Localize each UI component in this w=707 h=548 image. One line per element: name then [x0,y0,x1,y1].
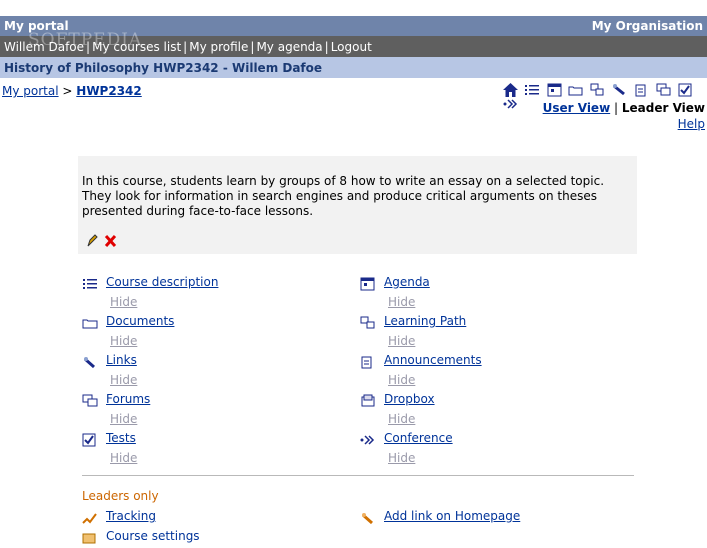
checkbox-icon [82,433,98,447]
course-title: History of Philosophy HWP2342 - Willem D… [4,61,323,75]
forum-icon[interactable] [656,83,671,97]
folder-icon[interactable] [568,83,583,97]
link-icon[interactable] [612,83,627,97]
dropbox-icon [360,394,376,408]
hide-link[interactable]: Hide [388,334,415,348]
tool-shortcut-bar [503,83,707,109]
course-settings-link[interactable]: Course settings [106,529,200,543]
course-description-panel: In this course, students learn by groups… [78,156,637,254]
conference-link[interactable]: Conference [384,431,453,445]
calendar-icon[interactable] [547,83,562,97]
learning-path-link[interactable]: Learning Path [384,314,466,328]
breadcrumb: My portal > HWP2342 [2,84,142,98]
hide-link[interactable]: Hide [110,334,137,348]
hide-link[interactable]: Hide [110,295,137,309]
breadcrumb-separator: > [62,84,73,98]
breadcrumb-root[interactable]: My portal [2,84,59,98]
hide-link[interactable]: Hide [388,451,415,465]
hide-link[interactable]: Hide [388,295,415,309]
calendar-icon [360,277,376,291]
list-icon[interactable] [524,83,540,97]
nav-separator: | [324,40,329,54]
course-description-text: In this course, students learn by groups… [82,174,605,218]
breadcrumb-current[interactable]: HWP2342 [76,84,141,98]
nav-my-profile[interactable]: My profile [189,40,248,54]
conference-icon[interactable] [503,97,518,111]
add-link-homepage-link[interactable]: Add link on Homepage [384,509,520,523]
learning-path-icon[interactable] [590,83,605,97]
dropbox-link[interactable]: Dropbox [384,392,435,406]
course-description-link[interactable]: Course description [106,275,218,289]
view-switcher: User View | Leader View Help [543,100,705,132]
hide-link[interactable]: Hide [110,412,137,426]
forum-icon [82,394,98,408]
link-icon [82,355,98,369]
nav-separator: | [183,40,188,54]
delete-icon[interactable] [104,234,117,251]
announcement-icon[interactable] [634,83,649,97]
folder-icon [82,316,98,330]
agenda-link[interactable]: Agenda [384,275,430,289]
announcements-link[interactable]: Announcements [384,353,482,367]
home-icon[interactable] [503,83,518,97]
hide-link[interactable]: Hide [110,373,137,387]
list-icon [82,277,98,291]
nav-logout[interactable]: Logout [331,40,372,54]
checkbox-icon[interactable] [678,83,693,97]
help-link[interactable]: Help [678,117,705,131]
description-actions [86,234,117,251]
hide-link[interactable]: Hide [388,373,415,387]
conference-icon [360,433,376,447]
course-title-bar: History of Philosophy HWP2342 - Willem D… [0,57,707,78]
add-link-icon [360,511,376,525]
user-view-link[interactable]: User View [543,101,611,115]
forums-link[interactable]: Forums [106,392,150,406]
leader-view-label: Leader View [621,101,705,115]
learning-path-icon [360,316,376,330]
tests-link[interactable]: Tests [106,431,136,445]
hide-link[interactable]: Hide [110,451,137,465]
hide-link[interactable]: Hide [388,412,415,426]
nav-my-agenda[interactable]: My agenda [256,40,322,54]
watermark: SOFTPEDIA [28,30,143,50]
section-divider [82,475,634,476]
announcement-icon [360,355,376,369]
pencil-icon[interactable] [86,234,98,251]
tracking-icon [82,511,98,525]
tracking-link[interactable]: Tracking [106,509,156,523]
leaders-only-heading: Leaders only [82,489,159,503]
view-separator: | [614,101,619,115]
documents-link[interactable]: Documents [106,314,174,328]
organisation-name: My Organisation [591,19,703,33]
links-link[interactable]: Links [106,353,137,367]
